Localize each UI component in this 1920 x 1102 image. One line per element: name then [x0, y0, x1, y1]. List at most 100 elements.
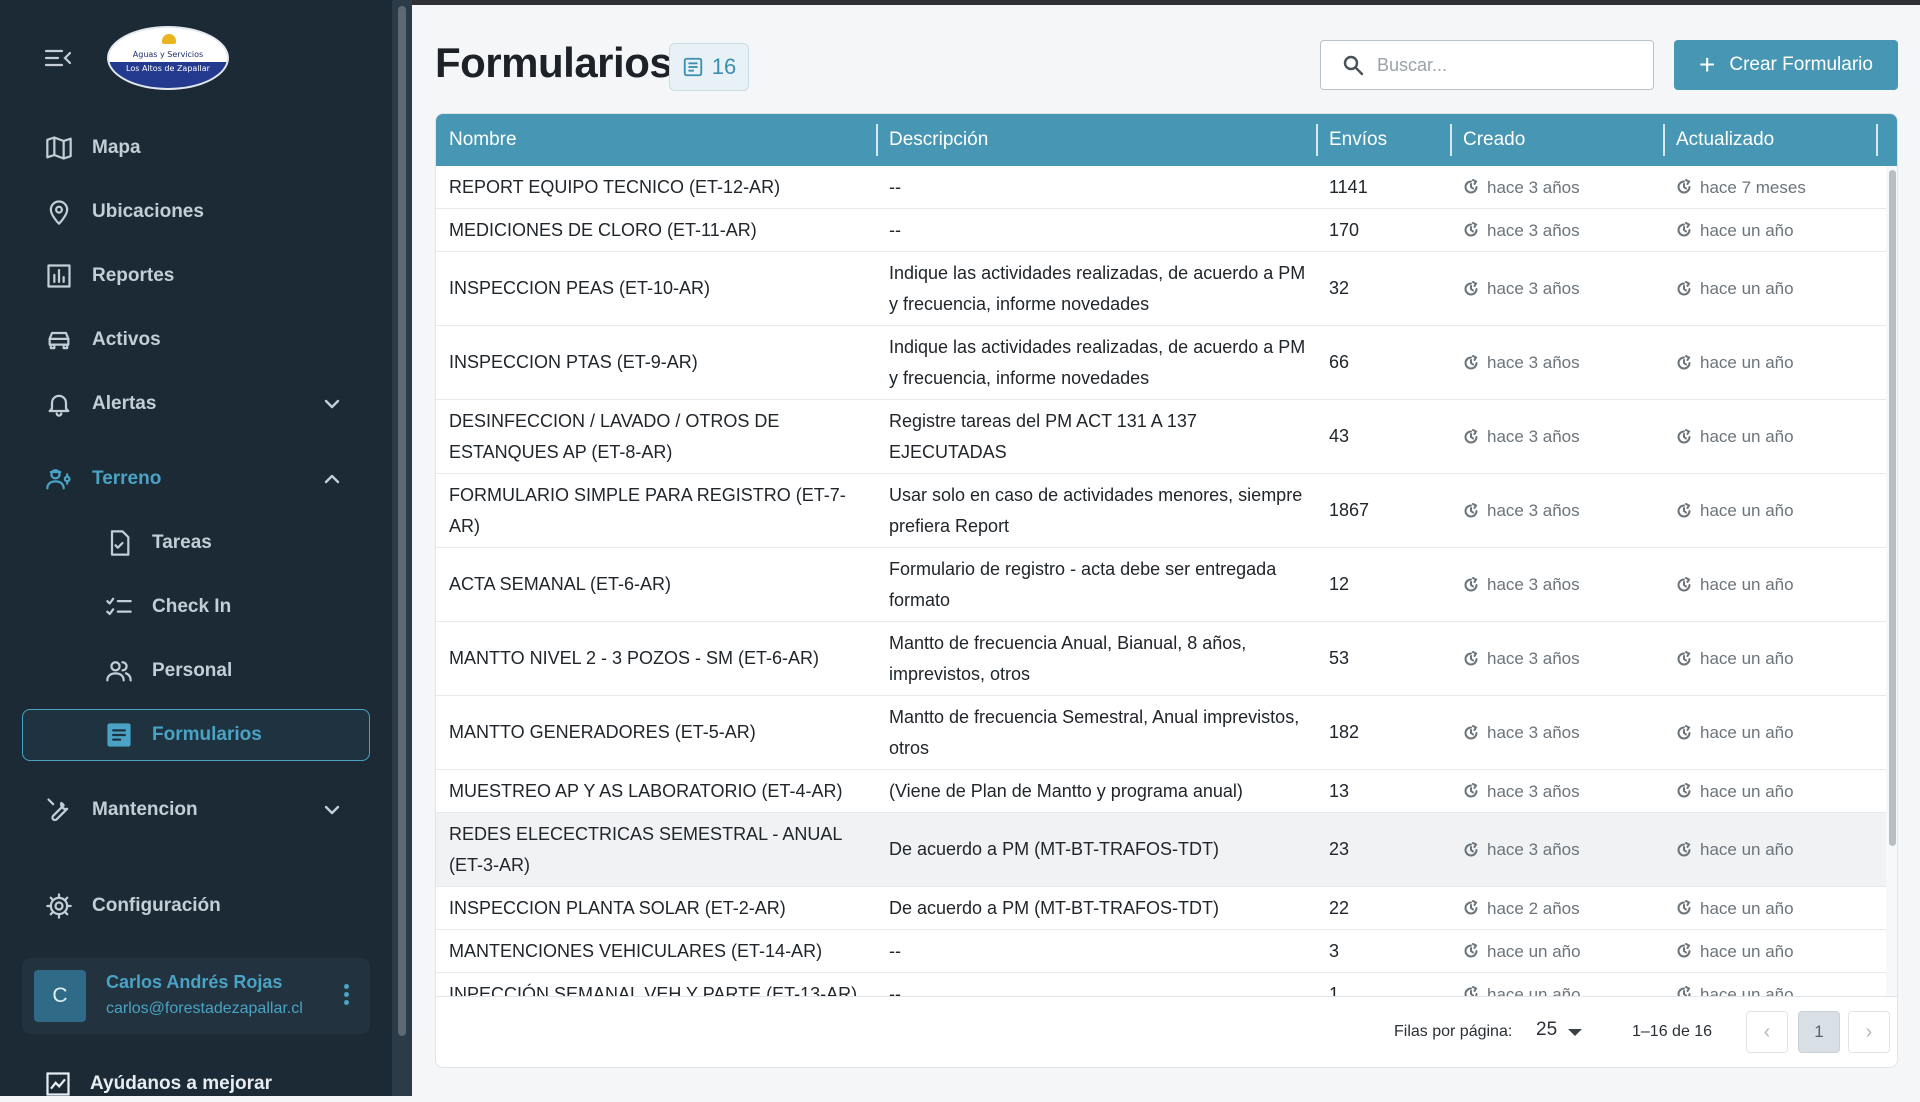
- table-row[interactable]: REPORT EQUIPO TECNICO (ET-12-AR) -- 1141 ha…: [436, 166, 1886, 209]
- column-header-nombre[interactable]: Nombre: [436, 114, 876, 166]
- more-options-icon[interactable]: [344, 984, 350, 1008]
- help-improve-link[interactable]: Ayúdanos a mejorar: [44, 1066, 272, 1102]
- history-clock-icon: [1676, 502, 1700, 519]
- cell-envios-text: 32: [1329, 278, 1350, 298]
- sidebar-item-configuracion[interactable]: Configuración: [44, 886, 221, 926]
- cell-actualizado: hace un año: [1676, 326, 1876, 399]
- table-row[interactable]: MEDICIONES DE CLORO (ET-11-AR) -- 170 hace …: [436, 209, 1886, 252]
- cell-creado-text: hace 3 años: [1487, 177, 1580, 197]
- sidebar-item-label: Check In: [152, 596, 232, 617]
- cell-descripcion: Usar solo en caso de actividades menores…: [889, 474, 1314, 547]
- column-header-creado[interactable]: Creado: [1450, 114, 1663, 166]
- sidebar-item-mapa[interactable]: Mapa: [44, 128, 141, 168]
- cell-nombre-text: INSPECCION PEAS (ET-10-AR): [449, 278, 711, 298]
- cell-actualizado: hace un año: [1676, 548, 1876, 621]
- cell-nombre-text: MEDICIONES DE CLORO (ET-11-AR): [449, 219, 757, 240]
- sidebar-item-label: Personal: [152, 660, 233, 681]
- chevron-up-icon[interactable]: [320, 467, 344, 491]
- search-input[interactable]: [1377, 54, 1617, 76]
- cell-creado: hace 3 años: [1463, 548, 1663, 621]
- company-logo[interactable]: Aguas y Servicios Los Altos de Zapallar: [107, 26, 229, 90]
- cell-envios-text: 170: [1329, 219, 1360, 240]
- cell-creado: hace 3 años: [1463, 770, 1663, 812]
- cell-nombre-text: MANTTO GENERADORES (ET-5-AR): [449, 722, 756, 742]
- chevron-down-icon[interactable]: [320, 392, 344, 416]
- column-header-envios[interactable]: Envíos: [1316, 114, 1450, 166]
- bell-icon: [44, 389, 74, 419]
- cell-nombre-text: INPECCIÓN SEMANAL VEH Y PARTE (ET-13-AR): [449, 983, 858, 997]
- cell-envios-text: 3: [1329, 940, 1340, 961]
- cell-nombre: MANTTO NIVEL 2 - 3 POZOS - SM (ET-6-AR): [449, 622, 869, 695]
- table-scrollbar[interactable]: [1886, 166, 1897, 996]
- table-row[interactable]: MANTTO NIVEL 2 - 3 POZOS - SM (ET-6-AR) M…: [436, 622, 1886, 696]
- forms-table: Nombre Descripción Envíos Creado Actuali…: [435, 113, 1898, 1068]
- sidebar-item-tareas[interactable]: Tareas: [104, 523, 212, 563]
- chevron-down-icon[interactable]: [320, 798, 344, 822]
- cell-descripcion: Indique las actividades realizadas, de a…: [889, 326, 1314, 399]
- create-form-button[interactable]: + Crear Formulario: [1674, 40, 1898, 90]
- history-clock-icon: [1463, 943, 1487, 959]
- table-row[interactable]: INPECCIÓN SEMANAL VEH Y PARTE (ET-13-AR)…: [436, 973, 1886, 996]
- cell-actualizado-text: hace un año: [1700, 781, 1794, 801]
- cell-descripcion: Formulario de registro - acta debe ser e…: [889, 548, 1314, 621]
- cell-envios-text: 1867: [1329, 500, 1370, 520]
- cell-creado-text: hace un año: [1487, 984, 1581, 997]
- sidebar-item-check-in[interactable]: Check In: [104, 587, 231, 627]
- form-count: 16: [711, 54, 737, 79]
- sidebar-item-label: Ubicaciones: [92, 201, 204, 222]
- history-clock-icon: [1463, 724, 1487, 741]
- cell-creado: hace 2 años: [1463, 887, 1663, 929]
- car-icon: [44, 325, 74, 355]
- cell-envios: 66: [1329, 326, 1429, 399]
- rows-per-page-select[interactable]: 25: [1536, 1019, 1557, 1041]
- page-title: Formularios: [435, 39, 673, 86]
- sidebar-item-terreno[interactable]: Terreno: [44, 459, 161, 499]
- table-row[interactable]: INSPECCION PEAS (ET-10-AR) Indique las ac…: [436, 252, 1886, 326]
- history-clock-icon: [1463, 986, 1487, 996]
- dropdown-arrow-icon[interactable]: [1568, 1029, 1582, 1036]
- sidebar-item-ubicaciones[interactable]: Ubicaciones: [44, 192, 204, 232]
- table-row[interactable]: DESINFECCION / LAVADO / OTROS DE ESTANQU…: [436, 400, 1886, 474]
- current-page-button[interactable]: 1: [1798, 1011, 1840, 1053]
- cell-nombre-text: INSPECCION PLANTA SOLAR (ET-2-AR): [449, 897, 786, 918]
- cell-envios-text: 22: [1329, 897, 1350, 918]
- cell-creado: hace 3 años: [1463, 209, 1663, 251]
- table-row[interactable]: REDES ELECECTRICAS SEMESTRAL - ANUAL (ET…: [436, 813, 1886, 887]
- column-header-descripcion[interactable]: Descripción: [876, 114, 1316, 166]
- search-box[interactable]: [1320, 40, 1654, 90]
- cell-actualizado: hace un año: [1676, 973, 1876, 996]
- sidebar-item-alertas[interactable]: Alertas: [44, 384, 156, 424]
- sidebar-item-mantencion[interactable]: Mantencion: [44, 790, 198, 830]
- next-page-button[interactable]: ›: [1848, 1011, 1890, 1053]
- user-card[interactable]: C Carlos Andrés Rojas carlos@forestadeza…: [22, 958, 370, 1034]
- table-pagination: Filas por página: 25 1–16 de 16 ‹ 1 ›: [436, 996, 1897, 1067]
- cell-descripcion-text: De acuerdo a PM (MT-BT-TRAFOS-TDT): [889, 897, 1220, 918]
- cell-nombre: INSPECCION PEAS (ET-10-AR): [449, 252, 869, 325]
- cell-nombre: DESINFECCION / LAVADO / OTROS DE ESTANQU…: [449, 400, 869, 473]
- sidebar-item-formularios[interactable]: Formularios: [104, 715, 262, 755]
- table-row[interactable]: ACTA SEMANAL (ET-6-AR) Formulario de regi…: [436, 548, 1886, 622]
- cell-nombre-text: MANTENCIONES VEHICULARES (ET-14-AR): [449, 940, 823, 961]
- cell-envios-text: 53: [1329, 648, 1350, 668]
- table-row[interactable]: MUESTREO AP Y AS LABORATORIO (ET-4-AR) (V…: [436, 770, 1886, 813]
- cell-actualizado-text: hace un año: [1700, 353, 1794, 372]
- sidebar-scrollbar[interactable]: [392, 0, 412, 1096]
- cell-actualizado-text: hace un año: [1700, 984, 1794, 997]
- rows-per-page-label: Filas por página:: [1394, 1023, 1513, 1040]
- history-clock-icon: [1676, 650, 1700, 667]
- table-row[interactable]: FORMULARIO SIMPLE PARA REGISTRO (ET-7-AR…: [436, 474, 1886, 548]
- table-row[interactable]: INSPECCION PLANTA SOLAR (ET-2-AR) De acue…: [436, 887, 1886, 930]
- history-clock-icon: [1463, 900, 1487, 916]
- previous-page-button[interactable]: ‹: [1746, 1011, 1788, 1053]
- user-name: Carlos Andrés Rojas: [106, 972, 283, 992]
- table-row[interactable]: MANTENCIONES VEHICULARES (ET-14-AR) -- 3 ha…: [436, 930, 1886, 973]
- collapse-menu-icon[interactable]: [44, 46, 72, 70]
- column-header-actualizado[interactable]: Actualizado: [1663, 114, 1876, 166]
- sidebar-item-personal[interactable]: Personal: [104, 651, 232, 691]
- table-row[interactable]: INSPECCION PTAS (ET-9-AR) Indique las act…: [436, 326, 1886, 400]
- cell-creado: hace 3 años: [1463, 252, 1663, 325]
- form-count-badge: 16: [669, 43, 749, 91]
- table-row[interactable]: MANTTO GENERADORES (ET-5-AR) Mantto de fr…: [436, 696, 1886, 770]
- sidebar-item-activos[interactable]: Activos: [44, 320, 161, 360]
- sidebar-item-reportes[interactable]: Reportes: [44, 256, 174, 296]
